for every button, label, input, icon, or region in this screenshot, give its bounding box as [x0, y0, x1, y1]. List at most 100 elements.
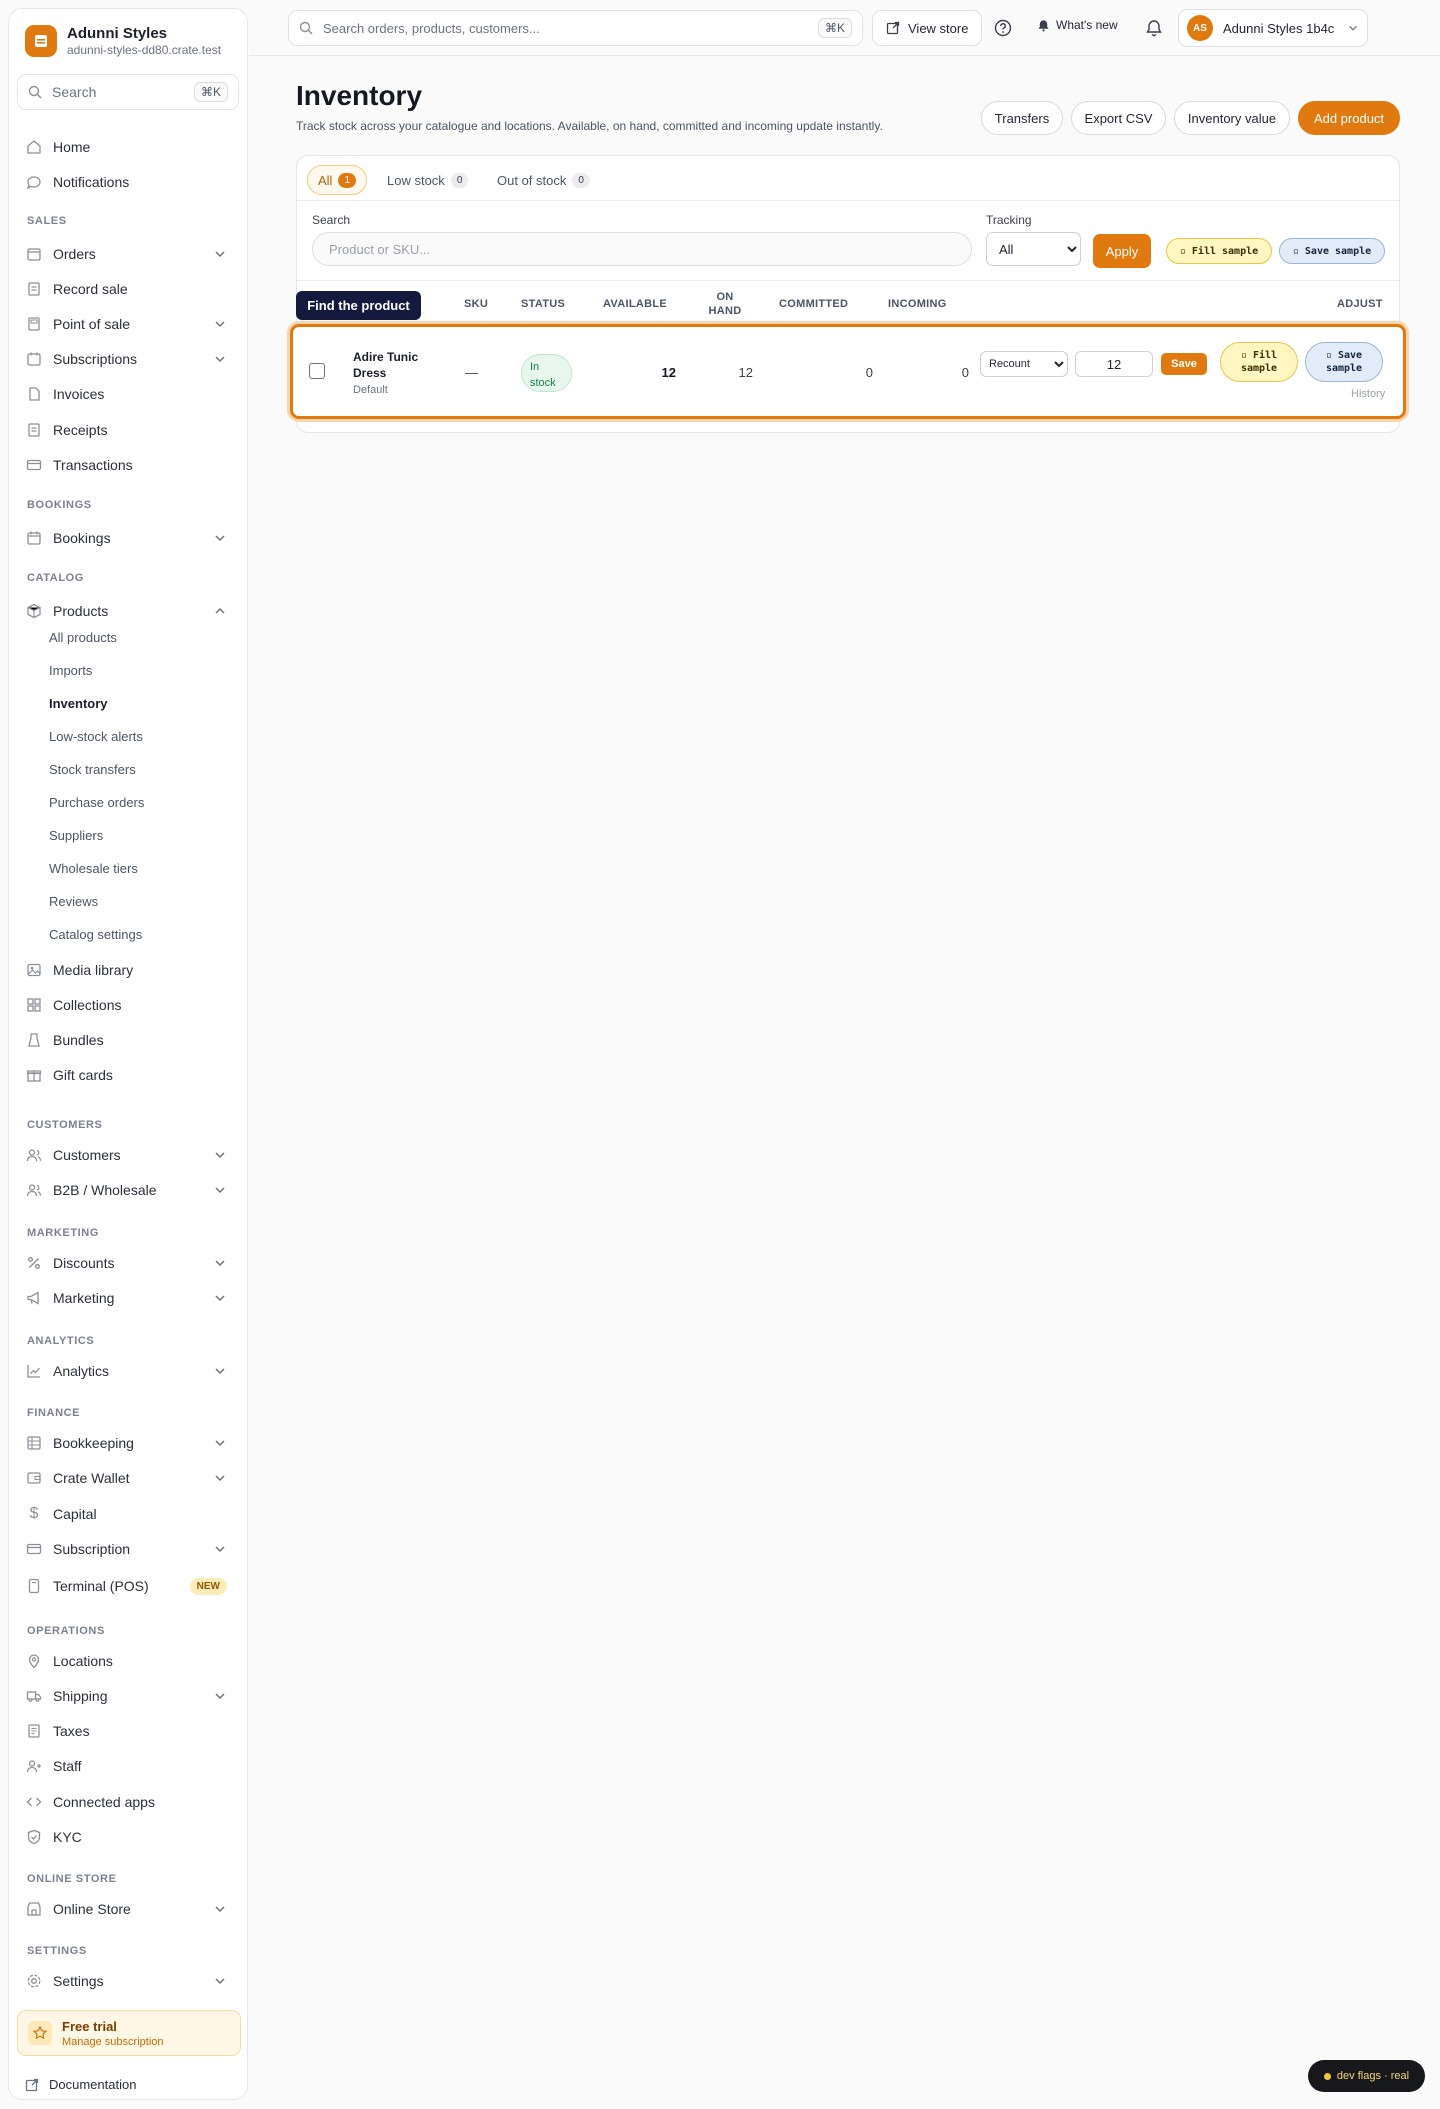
table-row[interactable]: Adire Tunic Dress Default — In stock 12 …: [290, 324, 1406, 419]
section-finance: FINANCE: [27, 1407, 81, 1419]
notifications-bell-icon[interactable]: [1141, 15, 1167, 41]
account-menu[interactable]: AS Adunni Styles 1b4c: [1178, 9, 1368, 47]
product-name[interactable]: Adire Tunic Dress: [353, 349, 443, 381]
divider: [297, 200, 1399, 201]
nav-staff[interactable]: Staff: [19, 1751, 237, 1781]
save-adjustment-button[interactable]: Save: [1161, 353, 1207, 375]
nav-home[interactable]: Home: [19, 132, 237, 162]
nav-taxes[interactable]: Taxes: [19, 1716, 237, 1746]
tab-all[interactable]: All 1: [307, 165, 368, 195]
nav-sub-suppliers[interactable]: Suppliers: [49, 823, 103, 847]
nav-point-of-sale[interactable]: Point of sale: [19, 309, 237, 339]
status-dot-icon: [1323, 2072, 1331, 2080]
nav-subscription[interactable]: Subscription: [19, 1534, 237, 1564]
nav-sub-catalog-settings[interactable]: Catalog settings: [49, 922, 142, 946]
bell-filled-icon: [1037, 19, 1050, 32]
nav-label: Orders: [53, 246, 96, 262]
nav-sub-imports[interactable]: Imports: [49, 658, 92, 682]
nav-label: Staff: [53, 1758, 82, 1774]
nav-label: Taxes: [53, 1723, 90, 1739]
nav-subscriptions[interactable]: Subscriptions: [19, 344, 237, 374]
nav-media-library[interactable]: Media library: [19, 955, 237, 985]
chevron-down-icon: [213, 317, 227, 331]
nav-sub-wholesale-tiers[interactable]: Wholesale tiers: [49, 856, 138, 880]
nav-gift-cards[interactable]: Gift cards: [19, 1060, 237, 1090]
star-icon: [28, 2021, 52, 2045]
nav-capital[interactable]: $ Capital: [19, 1499, 237, 1529]
page-title: Inventory: [296, 80, 423, 111]
nav-terminal-pos[interactable]: Terminal (POS) NEW: [19, 1571, 237, 1601]
subscriptions-icon: [25, 350, 43, 368]
manage-subscription-link[interactable]: Manage subscription: [62, 2036, 164, 2048]
global-search[interactable]: Search orders, products, customers... ⌘K: [288, 10, 863, 46]
nav-kyc[interactable]: KYC: [19, 1822, 237, 1852]
nav-sub-all-products[interactable]: All products: [49, 625, 117, 649]
nav-sub-purchase-orders[interactable]: Purchase orders: [49, 790, 144, 814]
nav-products[interactable]: Products: [19, 596, 237, 626]
nav-collections[interactable]: Collections: [19, 990, 237, 1020]
nav-analytics[interactable]: Analytics: [19, 1356, 237, 1386]
nav-sub-stock-transfers[interactable]: Stock transfers: [49, 757, 136, 781]
fill-sample-button[interactable]: ▫ Fill sample: [1166, 238, 1272, 264]
add-product-button[interactable]: Add product: [1298, 101, 1400, 135]
map-pin-icon: [25, 1652, 43, 1670]
col-header-adjust: ADJUST: [1337, 298, 1383, 310]
view-store-button[interactable]: View store: [872, 10, 983, 46]
nav-locations[interactable]: Locations: [19, 1646, 237, 1676]
nav-transactions[interactable]: Transactions: [19, 450, 237, 480]
nav-settings[interactable]: Settings: [19, 1966, 237, 1996]
adjust-quantity-input[interactable]: [1075, 351, 1153, 377]
documentation-link[interactable]: Documentation: [25, 2077, 136, 2092]
status-badge: In stock: [521, 354, 572, 392]
nav-crate-wallet[interactable]: Crate Wallet: [19, 1463, 237, 1493]
nav-invoices[interactable]: Invoices: [19, 379, 237, 409]
export-csv-button[interactable]: Export CSV: [1071, 101, 1166, 135]
history-link[interactable]: History: [1351, 388, 1385, 400]
save-sample-button[interactable]: ▫ Save sample: [1279, 238, 1385, 264]
nav-notifications[interactable]: Notifications: [19, 167, 237, 197]
nav-receipts[interactable]: Receipts: [19, 415, 237, 445]
nav-label: Products: [53, 603, 109, 619]
product-sku: —: [465, 365, 478, 380]
product-search-input[interactable]: [312, 232, 972, 266]
nav-sub-inventory[interactable]: Inventory: [49, 691, 108, 715]
row-save-sample-button[interactable]: ▫ Save sample: [1305, 342, 1383, 382]
nav-bookings[interactable]: Bookings: [19, 523, 237, 553]
apply-button[interactable]: Apply: [1093, 234, 1151, 268]
tab-out-of-stock[interactable]: Out of stock 0: [487, 165, 600, 195]
truck-icon: [25, 1687, 43, 1705]
bundle-icon: [25, 1031, 43, 1049]
users-icon: [25, 1181, 43, 1199]
row-fill-sample-button[interactable]: ▫ Fill sample: [1220, 342, 1298, 382]
nav-connected-apps[interactable]: Connected apps: [19, 1787, 237, 1817]
free-trial-banner[interactable]: Free trial Manage subscription: [17, 2010, 241, 2056]
dev-flags-badge[interactable]: dev flags · real: [1308, 2060, 1425, 2092]
transfers-button[interactable]: Transfers: [981, 101, 1063, 135]
nav-customers[interactable]: Customers: [19, 1140, 237, 1170]
col-header-incoming: INCOMING: [888, 298, 947, 310]
nav-bookkeeping[interactable]: Bookkeeping: [19, 1428, 237, 1458]
credit-card-icon: [25, 456, 43, 474]
tab-low-stock[interactable]: Low stock 0: [377, 165, 478, 195]
row-checkbox[interactable]: [309, 363, 325, 379]
inventory-value-button[interactable]: Inventory value: [1174, 101, 1290, 135]
help-icon[interactable]: [990, 15, 1016, 41]
nav-online-store[interactable]: Online Store: [19, 1894, 237, 1924]
nav-shipping[interactable]: Shipping: [19, 1681, 237, 1711]
nav-sub-reviews[interactable]: Reviews: [49, 889, 98, 913]
nav-discounts[interactable]: Discounts: [19, 1248, 237, 1278]
nav-orders[interactable]: Orders: [19, 239, 237, 269]
tracking-select[interactable]: All: [986, 232, 1081, 266]
adjust-mode-select[interactable]: Recount: [980, 351, 1068, 377]
nav-record-sale[interactable]: Record sale: [19, 274, 237, 304]
whats-new-button[interactable]: What's new: [1037, 18, 1118, 32]
nav-b2b-wholesale[interactable]: B2B / Wholesale: [19, 1175, 237, 1205]
nav-marketing[interactable]: Marketing: [19, 1283, 237, 1313]
search-shortcut: ⌘K: [193, 82, 228, 102]
sidebar-search[interactable]: Search ⌘K: [17, 74, 239, 110]
nav-sub-low-stock-alerts[interactable]: Low-stock alerts: [49, 724, 143, 748]
tab-count: 0: [572, 172, 590, 188]
nav-bundles[interactable]: Bundles: [19, 1025, 237, 1055]
brand[interactable]: Adunni Styles adunni-styles-dd80.crate.t…: [25, 25, 221, 57]
chevron-down-icon: [213, 1689, 227, 1703]
